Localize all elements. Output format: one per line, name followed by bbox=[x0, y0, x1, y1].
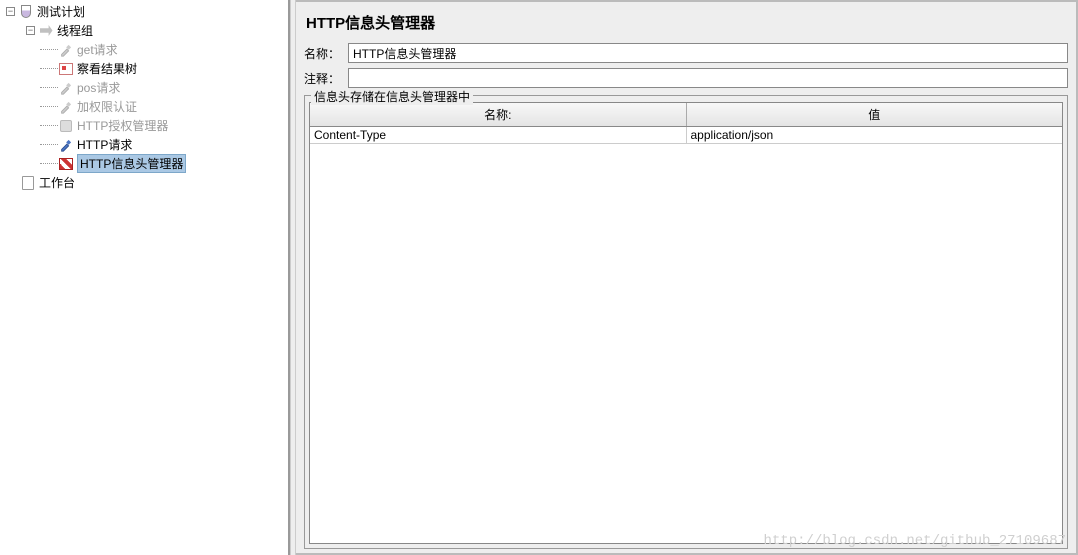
name-row: 名称： bbox=[304, 43, 1068, 63]
dropper-icon bbox=[58, 80, 74, 96]
tree-item-authmgr[interactable]: HTTP授权管理器 bbox=[0, 116, 288, 135]
tree-panel: − 测试计划 − 线程组 get请求 察看结果树 bbox=[0, 0, 290, 555]
content-panel: HTTP信息头管理器 名称： 注释： 信息头存储在信息头管理器中 名称: 值 C… bbox=[296, 0, 1078, 555]
name-label: 名称： bbox=[304, 45, 348, 62]
cell-name[interactable]: Content-Type bbox=[310, 127, 687, 143]
table-body[interactable]: Content-Type application/json bbox=[310, 127, 1062, 543]
tree-node-testplan[interactable]: − 测试计划 bbox=[0, 2, 288, 21]
threadgroup-icon bbox=[38, 23, 54, 39]
tree-item-pos[interactable]: pos请求 bbox=[0, 78, 288, 97]
col-name[interactable]: 名称: bbox=[310, 103, 687, 126]
dropper-icon bbox=[58, 137, 74, 153]
col-value[interactable]: 值 bbox=[687, 103, 1063, 126]
tree-label-threadgroup: 线程组 bbox=[57, 22, 93, 39]
collapse-icon[interactable]: − bbox=[6, 7, 15, 16]
tree-item-label: HTTP信息头管理器 bbox=[77, 154, 186, 173]
tree-item-resulttree[interactable]: 察看结果树 bbox=[0, 59, 288, 78]
name-input[interactable] bbox=[348, 43, 1068, 63]
tree-node-workbench[interactable]: 工作台 bbox=[0, 173, 288, 192]
tree-item-auth[interactable]: 加权限认证 bbox=[0, 97, 288, 116]
result-tree-icon bbox=[58, 61, 74, 77]
headers-icon bbox=[58, 156, 74, 172]
tree-label-workbench: 工作台 bbox=[39, 174, 75, 191]
headers-fieldset: 信息头存储在信息头管理器中 名称: 值 Content-Type applica… bbox=[304, 95, 1068, 549]
tree-item-get[interactable]: get请求 bbox=[0, 40, 288, 59]
comment-input[interactable] bbox=[348, 68, 1068, 88]
tree-item-label: pos请求 bbox=[77, 79, 120, 96]
tree-item-label: HTTP授权管理器 bbox=[77, 117, 168, 134]
panel-title: HTTP信息头管理器 bbox=[304, 6, 1068, 43]
table-row[interactable]: Content-Type application/json bbox=[310, 127, 1062, 144]
tree-label-testplan: 测试计划 bbox=[37, 3, 85, 20]
fieldset-legend: 信息头存储在信息头管理器中 bbox=[311, 88, 473, 105]
tree-item-httprequest[interactable]: HTTP请求 bbox=[0, 135, 288, 154]
tree-item-label: 察看结果树 bbox=[77, 60, 137, 77]
tree-item-label: get请求 bbox=[77, 41, 118, 58]
comment-row: 注释： bbox=[304, 68, 1068, 88]
headers-table[interactable]: 名称: 值 Content-Type application/json bbox=[309, 102, 1063, 544]
comment-label: 注释： bbox=[304, 70, 348, 87]
tree-node-threadgroup[interactable]: − 线程组 bbox=[0, 21, 288, 40]
cell-value[interactable]: application/json bbox=[687, 127, 1063, 143]
tree-item-label: HTTP请求 bbox=[77, 136, 132, 153]
dropper-icon bbox=[58, 42, 74, 58]
workbench-icon bbox=[20, 175, 36, 191]
tree-item-headermgr[interactable]: HTTP信息头管理器 bbox=[0, 154, 288, 173]
collapse-icon[interactable]: − bbox=[26, 26, 35, 35]
lock-icon bbox=[58, 118, 74, 134]
dropper-icon bbox=[58, 99, 74, 115]
tree-item-label: 加权限认证 bbox=[77, 98, 137, 115]
table-header: 名称: 值 bbox=[310, 103, 1062, 127]
flask-icon bbox=[18, 4, 34, 20]
